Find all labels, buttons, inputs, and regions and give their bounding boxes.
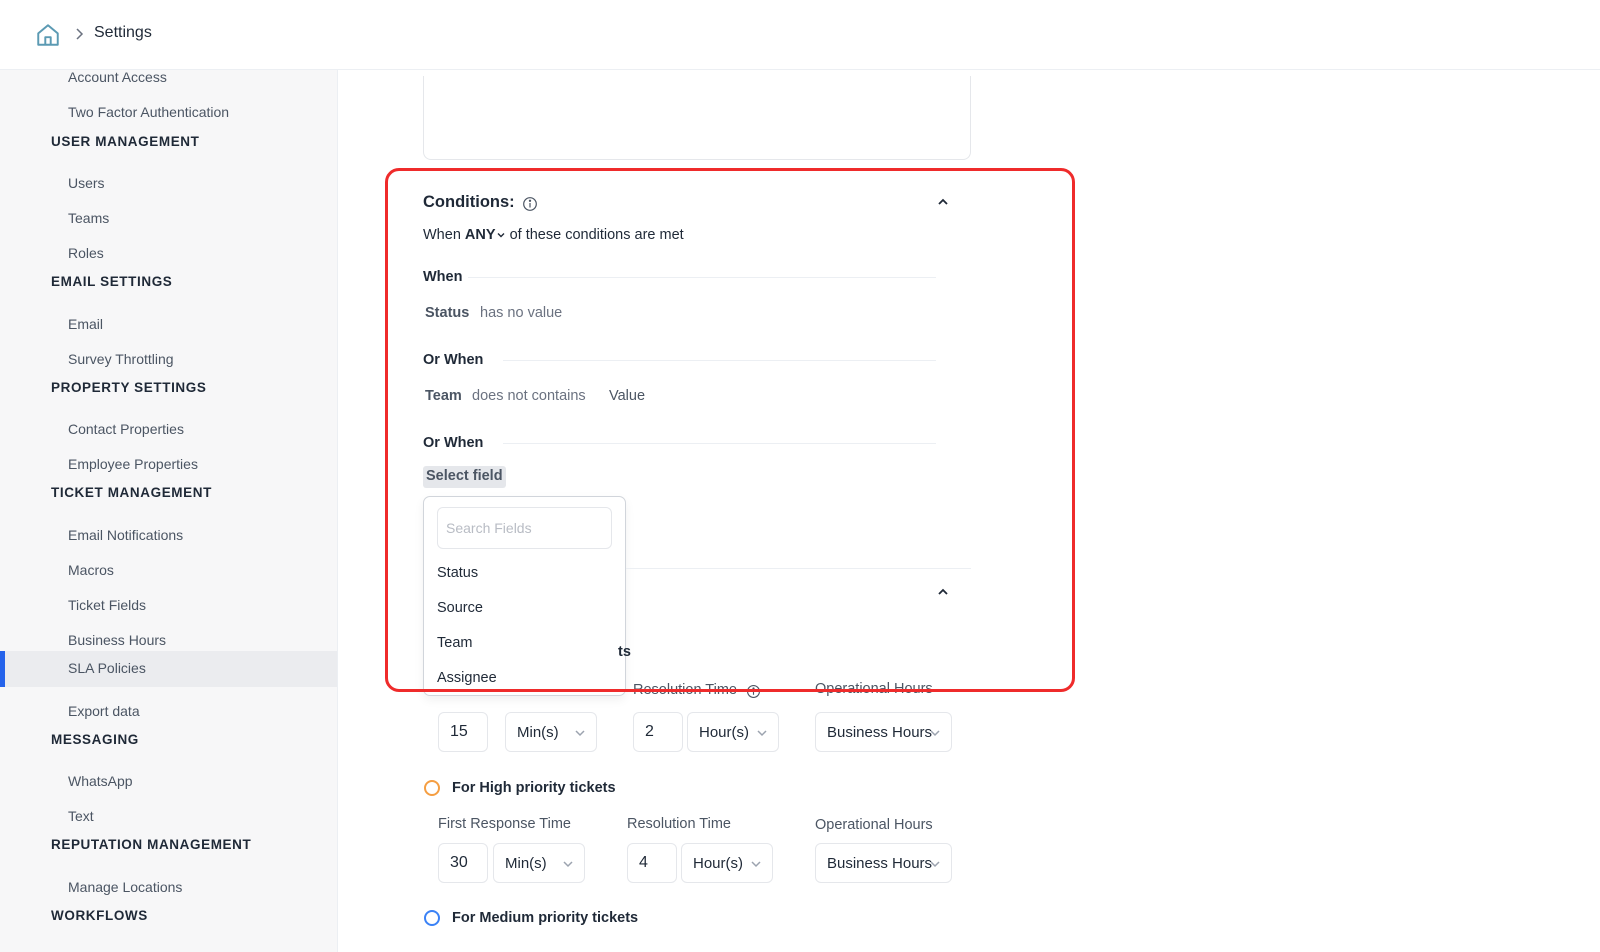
info-icon[interactable]	[746, 684, 761, 699]
sidebar-item-manage-locations[interactable]: Manage Locations	[0, 870, 337, 906]
operational-hours-label: Operational Hours	[815, 817, 933, 833]
chevron-down-icon	[575, 730, 585, 737]
condition-operator[interactable]: does not contains	[472, 388, 586, 404]
match-mode-select[interactable]: ANY	[465, 227, 496, 243]
sidebar-item-text[interactable]: Text	[0, 799, 337, 835]
resolution-time-label: Resolution Time	[633, 682, 737, 698]
resolution-unit-select[interactable]: Hour(s)	[687, 712, 779, 752]
chevron-down-icon	[751, 861, 761, 868]
sidebar-section-property-settings: PROPERTY SETTINGS	[51, 380, 207, 395]
info-icon[interactable]	[522, 196, 538, 212]
resolution-time-input[interactable]: 4	[627, 843, 677, 883]
collapse-conditions-icon[interactable]	[935, 194, 951, 210]
sidebar-section-user-management: USER MANAGEMENT	[51, 134, 200, 149]
sidebar-item-whatsapp[interactable]: WhatsApp	[0, 764, 337, 800]
resolution-unit-select[interactable]: Hour(s)	[681, 843, 773, 883]
dropdown-option-assignee[interactable]: Assignee	[437, 670, 497, 686]
dropdown-option-team[interactable]: Team	[437, 635, 472, 651]
condition-group-label: Or When	[423, 435, 484, 451]
medium-priority-label: For Medium priority tickets	[452, 910, 639, 926]
condition-operator[interactable]: has no value	[480, 305, 562, 321]
sidebar-item-ticket-fields[interactable]: Ticket Fields	[0, 588, 337, 624]
sidebar-item-account-access[interactable]: Account Access	[0, 70, 337, 96]
chevron-down-icon	[563, 861, 573, 868]
first-response-time-label: First Response Time	[438, 816, 571, 832]
sidebar-item-employee-properties[interactable]: Employee Properties	[0, 447, 337, 483]
chevron-down-icon	[930, 861, 940, 868]
sidebar-item-users[interactable]: Users	[0, 166, 337, 202]
first-response-unit-select[interactable]: Min(s)	[493, 843, 585, 883]
sidebar-section-email-settings: EMAIL SETTINGS	[51, 274, 173, 289]
operational-hours-select[interactable]: Business Hours	[815, 712, 952, 752]
divider	[626, 568, 971, 569]
chevron-down-icon[interactable]	[496, 230, 506, 240]
divider	[503, 443, 936, 444]
condition-field[interactable]: Team	[425, 388, 462, 404]
sidebar-item-macros[interactable]: Macros	[0, 553, 337, 589]
sla-heading-fragment: ts	[618, 644, 631, 660]
home-icon[interactable]	[35, 22, 61, 48]
divider	[468, 277, 936, 278]
sidebar-section-workflows: WORKFLOWS	[51, 908, 148, 923]
select-field-button[interactable]: Select field	[423, 466, 506, 488]
first-response-input[interactable]: 15	[438, 712, 488, 752]
search-fields-input[interactable]	[437, 507, 612, 549]
sidebar-section-reputation-management: REPUTATION MANAGEMENT	[51, 837, 252, 852]
conditions-title: Conditions:	[423, 193, 515, 211]
chevron-down-icon	[930, 730, 940, 737]
field-dropdown: Status Source Team Assignee	[423, 496, 626, 696]
dropdown-option-status[interactable]: Status	[437, 565, 478, 581]
sidebar-item-export-data[interactable]: Export data	[0, 694, 337, 730]
condition-group-label: When	[423, 269, 463, 285]
resolution-time-label: Resolution Time	[627, 816, 731, 832]
sidebar-item-survey-throttling[interactable]: Survey Throttling	[0, 342, 337, 378]
sidebar-item-email-notifications[interactable]: Email Notifications	[0, 518, 337, 554]
operational-hours-select[interactable]: Business Hours	[815, 843, 952, 883]
condition-value[interactable]: Value	[609, 388, 645, 404]
first-response-unit-select[interactable]: Min(s)	[505, 712, 597, 752]
match-mode-line: When ANY of these conditions are met	[423, 227, 684, 243]
collapse-sla-targets-icon[interactable]	[935, 584, 951, 600]
first-response-input[interactable]: 30	[438, 843, 488, 883]
sidebar-item-two-factor[interactable]: Two Factor Authentication	[0, 95, 337, 131]
sidebar-item-teams[interactable]: Teams	[0, 201, 337, 237]
sidebar-item-roles[interactable]: Roles	[0, 236, 337, 272]
dropdown-option-source[interactable]: Source	[437, 600, 483, 616]
high-priority-indicator	[424, 780, 440, 796]
condition-group-label: Or When	[423, 352, 484, 368]
sidebar-section-messaging: MESSAGING	[51, 732, 139, 747]
main-content: Conditions: When ANY of these conditions…	[338, 70, 1600, 952]
sidebar-section-ticket-management: TICKET MANAGEMENT	[51, 485, 212, 500]
sidebar-item-contact-properties[interactable]: Contact Properties	[0, 412, 337, 448]
sidebar-item-email[interactable]: Email	[0, 307, 337, 343]
operational-hours-label: Operational Hours	[815, 681, 933, 697]
description-textarea[interactable]	[423, 76, 971, 160]
resolution-time-input[interactable]: 2	[633, 712, 683, 752]
sidebar-item-sla-policies[interactable]: SLA Policies	[0, 651, 337, 687]
medium-priority-indicator	[424, 910, 440, 926]
chevron-down-icon	[757, 730, 767, 737]
chevron-right-icon	[76, 28, 84, 40]
settings-sidebar: Account Access Two Factor Authentication…	[0, 70, 338, 952]
high-priority-label: For High priority tickets	[452, 780, 616, 796]
divider	[503, 360, 936, 361]
condition-field[interactable]: Status	[425, 305, 469, 321]
breadcrumb-current: Settings	[94, 24, 152, 41]
top-bar: Settings	[0, 0, 1600, 70]
